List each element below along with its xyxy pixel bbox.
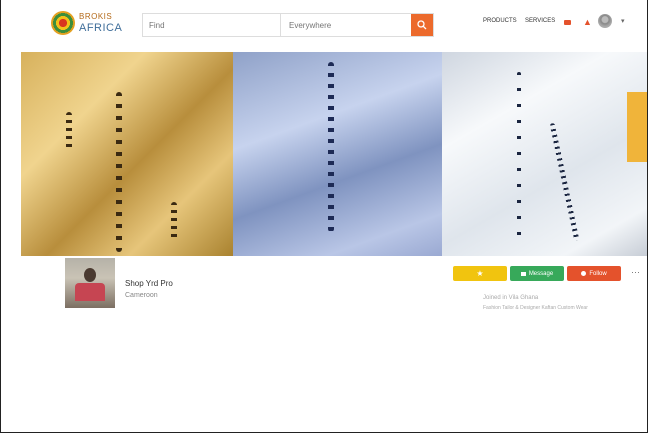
cover-image xyxy=(21,52,647,256)
star-icon: ★ xyxy=(476,269,484,278)
profile-name: Shop Yrd Pro xyxy=(125,279,173,288)
brand-logo[interactable]: BROKIS AFRICA xyxy=(51,11,123,39)
search-button[interactable] xyxy=(411,14,433,36)
profile-photo[interactable] xyxy=(65,258,115,308)
follow-button[interactable]: Follow xyxy=(567,266,621,281)
favorite-button[interactable]: ★ xyxy=(453,266,507,281)
message-label: Message xyxy=(528,270,554,277)
chevron-down-icon[interactable]: ▾ xyxy=(621,17,625,25)
page-frame: BROKIS AFRICA PRODUCTS SERVICES ▲ ▾ xyxy=(0,0,648,433)
profile-description: Fashion Tailor & Designer Kaftan Custom … xyxy=(483,305,588,311)
chat-icon xyxy=(520,271,526,276)
profile-joined-info: Joined in Vila Ghana xyxy=(483,295,539,301)
nav-link-services[interactable]: SERVICES xyxy=(525,18,555,24)
more-options-icon[interactable]: ⋯ xyxy=(631,267,640,278)
top-header: BROKIS AFRICA PRODUCTS SERVICES ▲ ▾ xyxy=(1,0,647,50)
follow-label: Follow xyxy=(589,270,607,277)
brand-emblem-icon xyxy=(51,11,75,35)
bell-icon[interactable]: ▲ xyxy=(583,18,592,27)
search-icon xyxy=(417,20,427,30)
cover-photo-blue-kaftan xyxy=(233,52,442,256)
follow-icon xyxy=(581,271,587,276)
search-input[interactable] xyxy=(143,14,281,36)
nav-link-products[interactable]: PRODUCTS xyxy=(483,18,517,24)
location-input[interactable] xyxy=(283,14,411,36)
brand-line1: BROKIS xyxy=(79,12,113,21)
cover-photo-white-kaftan xyxy=(442,52,647,256)
brand-line2: AFRICA xyxy=(79,22,123,34)
profile-location: Cameroon xyxy=(125,292,158,299)
user-avatar[interactable] xyxy=(598,14,612,28)
messages-icon[interactable] xyxy=(564,20,571,25)
search-bar xyxy=(142,13,434,37)
cover-photo-gold-kaftan xyxy=(21,52,233,256)
message-button[interactable]: Message xyxy=(510,266,564,281)
